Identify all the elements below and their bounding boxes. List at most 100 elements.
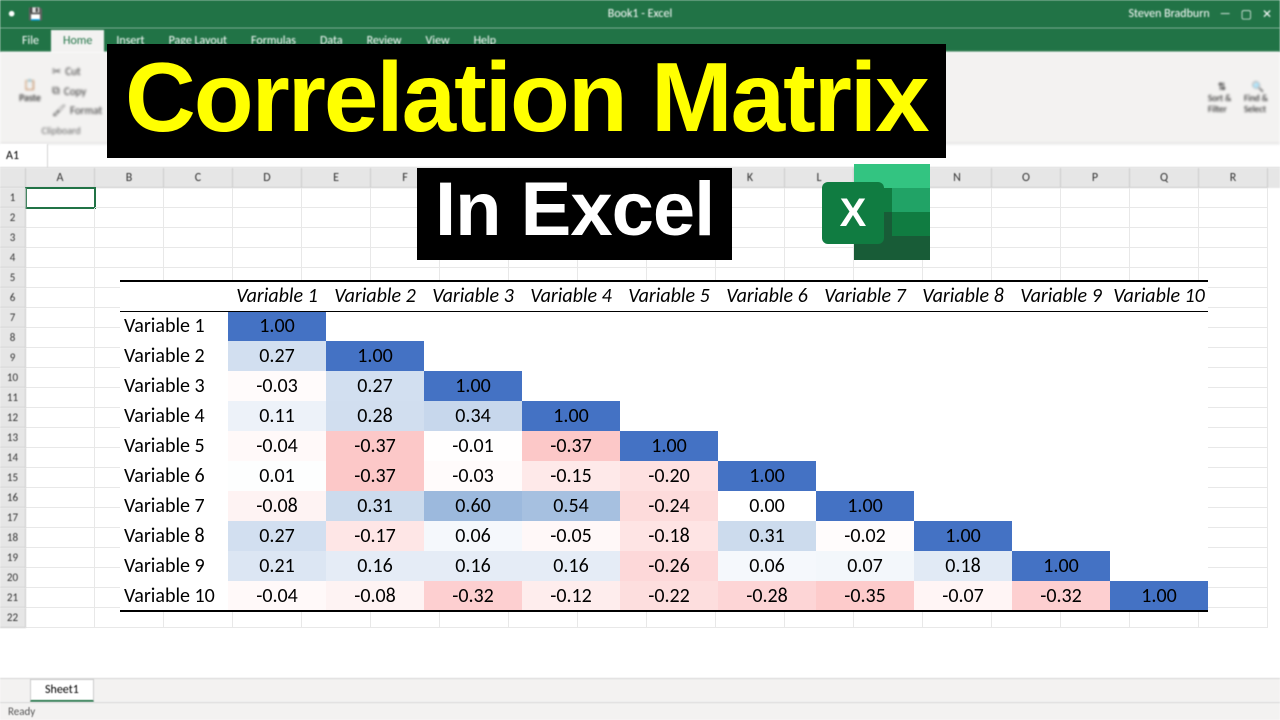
cell[interactable] (164, 188, 233, 208)
cell[interactable] (26, 608, 95, 628)
cell[interactable] (1199, 488, 1268, 508)
cell[interactable] (1199, 508, 1268, 528)
cell[interactable] (302, 208, 371, 228)
row-header[interactable]: 5 (0, 268, 26, 288)
column-header[interactable]: B (95, 168, 164, 188)
cell[interactable] (1199, 228, 1268, 248)
cell[interactable] (26, 448, 95, 468)
cell[interactable] (1199, 548, 1268, 568)
cell[interactable] (26, 488, 95, 508)
cell[interactable] (233, 228, 302, 248)
row-header[interactable]: 21 (0, 588, 26, 608)
cell[interactable] (26, 308, 95, 328)
cell[interactable] (1199, 608, 1268, 628)
cell[interactable] (1199, 368, 1268, 388)
cell[interactable] (26, 568, 95, 588)
copy-button[interactable]: ⧉Copy (48, 82, 106, 100)
row-header[interactable]: 1 (0, 188, 26, 208)
cell[interactable] (233, 208, 302, 228)
row-header[interactable]: 9 (0, 348, 26, 368)
cell[interactable] (1199, 348, 1268, 368)
row-header[interactable]: 13 (0, 428, 26, 448)
cell[interactable] (164, 248, 233, 268)
cell[interactable] (26, 268, 95, 288)
cell[interactable] (1130, 248, 1199, 268)
cell[interactable] (1199, 408, 1268, 428)
cell[interactable] (164, 228, 233, 248)
cell[interactable] (1199, 528, 1268, 548)
row-header[interactable]: 6 (0, 288, 26, 308)
cell[interactable] (1061, 228, 1130, 248)
cell[interactable] (26, 388, 95, 408)
cell[interactable] (1199, 208, 1268, 228)
row-header[interactable]: 7 (0, 308, 26, 328)
select-all-corner[interactable] (0, 168, 26, 188)
cell[interactable] (992, 188, 1061, 208)
cell[interactable] (26, 548, 95, 568)
cell[interactable] (1199, 388, 1268, 408)
row-header[interactable]: 20 (0, 568, 26, 588)
cell[interactable] (302, 228, 371, 248)
cell[interactable] (26, 248, 95, 268)
user-name[interactable]: Steven Bradburn (1128, 7, 1209, 21)
cell[interactable] (95, 248, 164, 268)
cell[interactable] (1130, 188, 1199, 208)
ribbon-tab-file[interactable]: File (10, 30, 51, 52)
cell[interactable] (992, 208, 1061, 228)
cell[interactable] (1199, 428, 1268, 448)
cell[interactable] (1130, 208, 1199, 228)
row-header[interactable]: 2 (0, 208, 26, 228)
ribbon-tab-home[interactable]: Home (51, 30, 104, 52)
row-header[interactable]: 17 (0, 508, 26, 528)
close-icon[interactable]: ✕ (1262, 7, 1272, 22)
row-header[interactable]: 15 (0, 468, 26, 488)
cell[interactable] (1199, 468, 1268, 488)
cell[interactable] (26, 368, 95, 388)
cell[interactable] (1130, 228, 1199, 248)
cell[interactable] (1199, 588, 1268, 608)
cell[interactable] (26, 208, 95, 228)
row-header[interactable]: 18 (0, 528, 26, 548)
row-header[interactable]: 22 (0, 608, 26, 628)
row-header[interactable]: 16 (0, 488, 26, 508)
cell[interactable] (1061, 248, 1130, 268)
row-header[interactable]: 11 (0, 388, 26, 408)
cell[interactable] (1199, 308, 1268, 328)
column-header[interactable]: R (1199, 168, 1268, 188)
column-header[interactable]: Q (1130, 168, 1199, 188)
row-header[interactable]: 14 (0, 448, 26, 468)
cell[interactable] (26, 228, 95, 248)
cell[interactable] (1061, 188, 1130, 208)
cell[interactable] (26, 408, 95, 428)
row-header[interactable]: 10 (0, 368, 26, 388)
column-header[interactable]: D (233, 168, 302, 188)
cell[interactable] (1061, 208, 1130, 228)
sort-filter-button[interactable]: ⇅ Sort & Filter (1208, 69, 1236, 127)
row-header[interactable]: 3 (0, 228, 26, 248)
minimize-icon[interactable]: — (1220, 7, 1231, 21)
row-header[interactable]: 8 (0, 328, 26, 348)
cell[interactable] (26, 588, 95, 608)
column-header[interactable]: P (1061, 168, 1130, 188)
cell[interactable] (1199, 188, 1268, 208)
row-header[interactable]: 4 (0, 248, 26, 268)
cell[interactable] (302, 188, 371, 208)
cell[interactable] (26, 188, 95, 208)
cut-button[interactable]: ✂Cut (48, 63, 106, 80)
paste-button[interactable]: 📋 Paste (16, 62, 44, 120)
cell[interactable] (26, 428, 95, 448)
cell[interactable] (233, 188, 302, 208)
cell[interactable] (1199, 288, 1268, 308)
cell[interactable] (26, 348, 95, 368)
cell[interactable] (26, 288, 95, 308)
cell[interactable] (302, 248, 371, 268)
cell[interactable] (992, 248, 1061, 268)
column-header[interactable]: O (992, 168, 1061, 188)
cell[interactable] (1199, 248, 1268, 268)
save-icon[interactable]: 💾 (28, 7, 42, 21)
cell[interactable] (1199, 568, 1268, 588)
name-box[interactable]: A1 (0, 144, 48, 167)
cell[interactable] (26, 468, 95, 488)
cell[interactable] (26, 508, 95, 528)
sheet-tab[interactable]: Sheet1 (30, 679, 94, 702)
